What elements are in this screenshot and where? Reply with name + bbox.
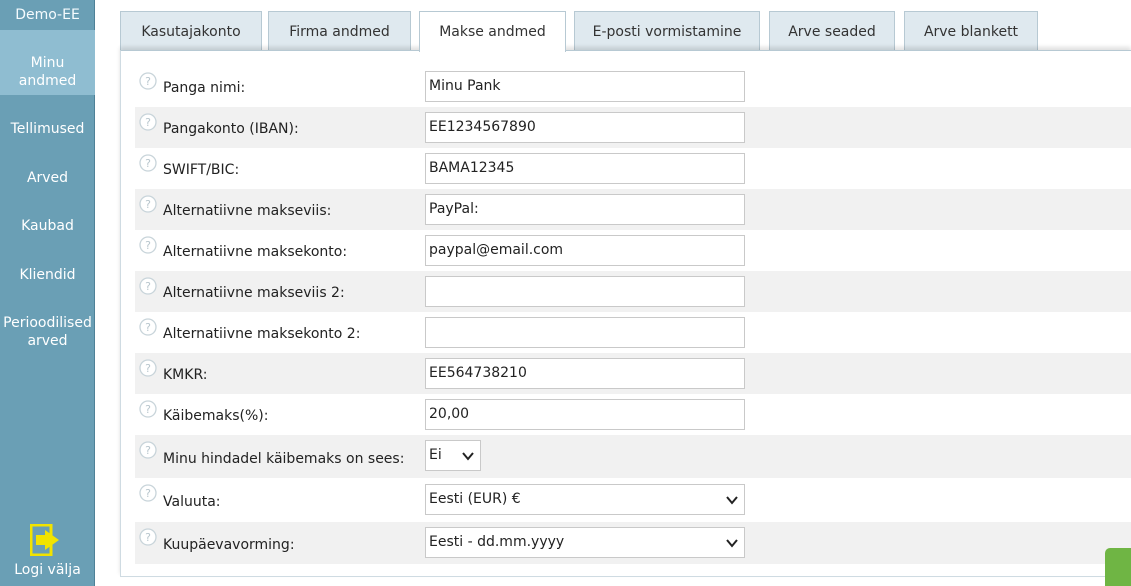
form-row-alt-payment-account-2: ? Alternatiivne maksekonto 2:	[135, 312, 1131, 353]
svg-text:?: ?	[145, 157, 151, 170]
svg-text:?: ?	[145, 239, 151, 252]
logout-button[interactable]: Logi välja	[0, 520, 95, 586]
help-icon[interactable]: ?	[139, 441, 157, 459]
form-row-alt-payment-method: ? Alternatiivne makseviis: PayPal:	[135, 189, 1131, 230]
vat-included-value: Ei	[429, 447, 442, 463]
vat-percent-label: Käibemaks(%):	[163, 408, 269, 424]
tab-firma-andmed[interactable]: Firma andmed	[268, 11, 411, 51]
svg-text:?: ?	[145, 444, 151, 457]
tab-kasutajakonto[interactable]: Kasutajakonto	[120, 11, 262, 51]
chevron-down-icon	[726, 539, 738, 548]
chevron-down-icon	[726, 496, 738, 505]
help-icon[interactable]: ?	[139, 484, 157, 502]
currency-value: Eesti (EUR) €	[429, 491, 521, 507]
svg-text:?: ?	[145, 198, 151, 211]
swift-input[interactable]: BAMA12345	[425, 153, 745, 184]
vat-included-label: Minu hindadel käibemaks on sees:	[163, 451, 405, 467]
form-row-bank-name: ? Panga nimi: Minu Pank	[135, 66, 1131, 107]
iban-label: Pangakonto (IBAN):	[163, 121, 299, 137]
tab-makse-andmed[interactable]: Makse andmed	[419, 11, 566, 52]
alt-payment-account-label: Alternatiivne maksekonto:	[163, 244, 348, 260]
date-format-label: Kuupäevavorming:	[163, 537, 295, 553]
svg-text:?: ?	[145, 75, 151, 88]
swift-label: SWIFT/BIC:	[163, 162, 240, 178]
vat-percent-input[interactable]: 20,00	[425, 399, 745, 430]
form-row-swift: ? SWIFT/BIC: BAMA12345	[135, 148, 1131, 189]
form-row-vat-percent: ? Käibemaks(%): 20,00	[135, 394, 1131, 435]
form-row-alt-payment-account: ? Alternatiivne maksekonto: paypal@email…	[135, 230, 1131, 271]
svg-text:?: ?	[145, 403, 151, 416]
tab-e-posti-vormistamine[interactable]: E-posti vormistamine	[574, 11, 760, 51]
help-icon[interactable]: ?	[139, 195, 157, 213]
currency-label: Valuuta:	[163, 494, 221, 510]
sidebar-item-kaubad[interactable]: Kaubad	[0, 217, 95, 235]
svg-text:?: ?	[145, 487, 151, 500]
help-icon[interactable]: ?	[139, 277, 157, 295]
chevron-down-icon	[462, 452, 474, 461]
sidebar-item-minu-andmed[interactable]: Minu andmed	[0, 30, 95, 95]
sidebar-item-label: Perioodilised	[3, 315, 92, 331]
alt-payment-account-input[interactable]: paypal@email.com	[425, 235, 745, 266]
kmkr-input[interactable]: EE564738210	[425, 358, 745, 389]
svg-text:?: ?	[145, 531, 151, 544]
form-row-iban: ? Pangakonto (IBAN): EE1234567890	[135, 107, 1131, 148]
form-row-kmkr: ? KMKR: EE564738210	[135, 353, 1131, 394]
help-icon[interactable]: ?	[139, 528, 157, 546]
company-name[interactable]: Demo-EE	[0, 0, 95, 30]
currency-select[interactable]: Eesti (EUR) €	[425, 484, 745, 515]
help-icon[interactable]: ?	[139, 113, 157, 131]
kmkr-label: KMKR:	[163, 367, 208, 383]
logout-label: Logi välja	[14, 562, 81, 578]
bank-name-input[interactable]: Minu Pank	[425, 71, 745, 102]
svg-text:?: ?	[145, 280, 151, 293]
sidebar-item-tellimused[interactable]: Tellimused	[0, 120, 95, 138]
sidebar-item-label: arved	[27, 333, 68, 349]
sidebar-item-label: Minu	[30, 55, 65, 71]
vat-included-select[interactable]: Ei	[425, 440, 481, 471]
tab-arve-blankett[interactable]: Arve blankett	[904, 11, 1038, 51]
feedback-tab[interactable]	[1105, 548, 1131, 586]
sidebar-item-perioodilised-arved[interactable]: Perioodilised arved	[0, 314, 95, 350]
date-format-value: Eesti - dd.mm.yyyy	[429, 534, 565, 550]
sidebar-item-kliendid[interactable]: Kliendid	[0, 266, 95, 284]
sidebar-item-arved[interactable]: Arved	[0, 169, 95, 187]
exit-door-arrow-icon	[30, 524, 59, 556]
form-row-date-format: ? Kuupäevavorming: Eesti - dd.mm.yyyy	[135, 522, 1131, 564]
svg-text:?: ?	[145, 116, 151, 129]
bank-name-label: Panga nimi:	[163, 80, 246, 96]
svg-text:?: ?	[145, 362, 151, 375]
form-row-currency: ? Valuuta: Eesti (EUR) €	[135, 478, 1131, 522]
payment-settings-panel: ? Panga nimi: Minu Pank ? Pangakonto (IB…	[120, 50, 1131, 577]
alt-payment-account-2-input[interactable]	[425, 317, 745, 348]
help-icon[interactable]: ?	[139, 400, 157, 418]
help-icon[interactable]: ?	[139, 154, 157, 172]
help-icon[interactable]: ?	[139, 236, 157, 254]
alt-payment-method-label: Alternatiivne makseviis:	[163, 203, 332, 219]
help-icon[interactable]: ?	[139, 72, 157, 90]
date-format-select[interactable]: Eesti - dd.mm.yyyy	[425, 527, 745, 558]
sidebar-item-label: andmed	[18, 73, 77, 89]
sidebar: Demo-EE Minu andmed Tellimused Arved Kau…	[0, 0, 95, 586]
help-icon[interactable]: ?	[139, 318, 157, 336]
svg-text:?: ?	[145, 321, 151, 334]
alt-payment-method-2-input[interactable]	[425, 276, 745, 307]
tab-arve-seaded[interactable]: Arve seaded	[769, 11, 895, 51]
form-row-vat-included: ? Minu hindadel käibemaks on sees: Ei	[135, 435, 1131, 478]
alt-payment-method-2-label: Alternatiivne makseviis 2:	[163, 285, 345, 301]
alt-payment-method-input[interactable]: PayPal:	[425, 194, 745, 225]
form-row-alt-payment-method-2: ? Alternatiivne makseviis 2:	[135, 271, 1131, 312]
iban-input[interactable]: EE1234567890	[425, 112, 745, 143]
alt-payment-account-2-label: Alternatiivne maksekonto 2:	[163, 326, 361, 342]
help-icon[interactable]: ?	[139, 359, 157, 377]
